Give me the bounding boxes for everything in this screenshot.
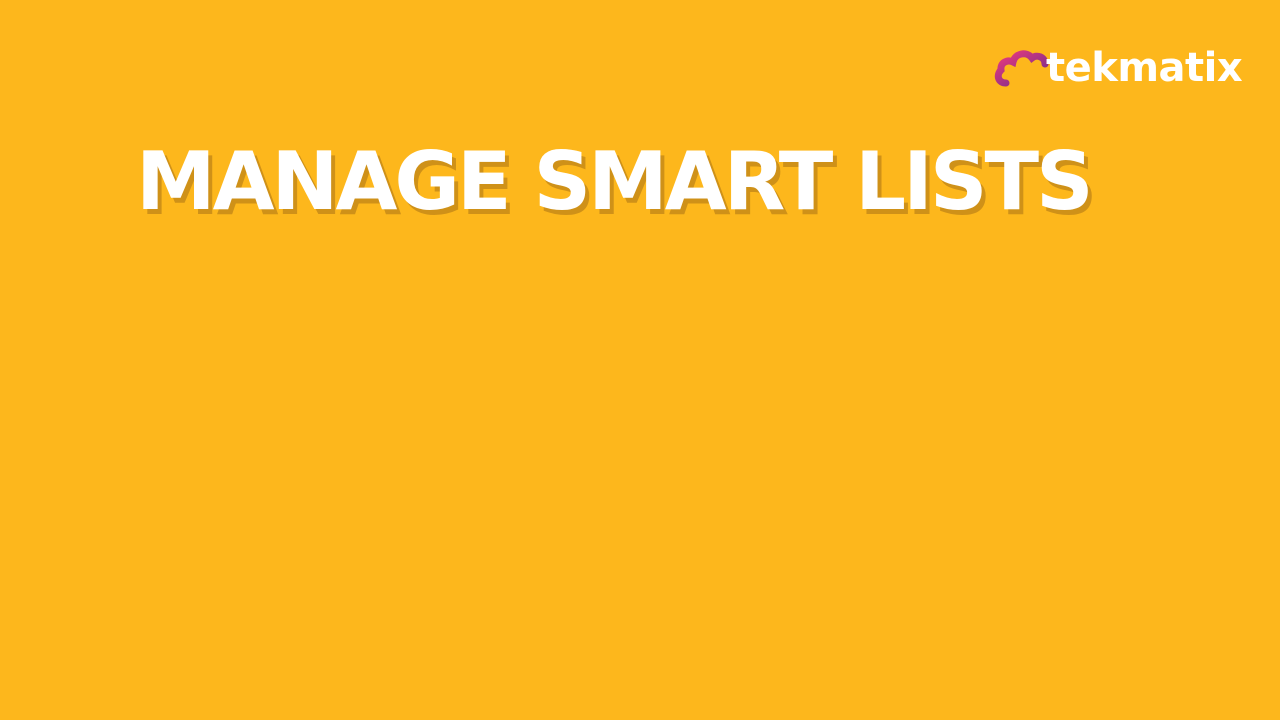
cloud-logo-icon (994, 50, 1049, 87)
brand-logo: tekmatix (992, 40, 1243, 96)
logo-wordmark: tekmatix (1046, 45, 1243, 91)
slide-title: MANAGE SMART LISTS (136, 135, 1094, 228)
